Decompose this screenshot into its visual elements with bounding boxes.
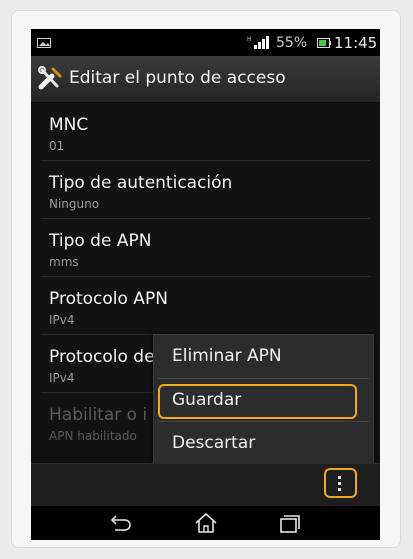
menu-item-label: Descartar (172, 433, 256, 453)
pref-apn-protocol[interactable]: Protocolo APN IPv4 (31, 277, 380, 335)
pref-value: mms (49, 255, 79, 269)
battery-icon (317, 38, 331, 48)
tools-icon (38, 66, 62, 90)
pref-apn-type[interactable]: Tipo de APN mms (31, 219, 380, 277)
menu-item-discard[interactable]: Descartar (154, 422, 373, 464)
battery-percent: 55% (276, 35, 308, 51)
recent-apps-icon[interactable] (276, 511, 302, 535)
pref-value: Ninguno (49, 197, 100, 211)
pref-label: Tipo de autenticación (49, 173, 233, 193)
pref-value: APN habilitado (49, 429, 137, 443)
pref-value: IPv4 (49, 371, 75, 385)
overflow-menu-button[interactable] (324, 468, 357, 498)
overflow-menu: Eliminar APN Guardar Descartar (153, 334, 374, 464)
pref-label: MNC (49, 115, 89, 135)
svg-text:H: H (247, 36, 252, 43)
pref-label: Protocolo de (49, 347, 155, 367)
action-bar (31, 463, 380, 506)
pref-label: Protocolo APN (49, 289, 168, 309)
image-icon (37, 38, 51, 48)
overflow-highlight-box (324, 468, 357, 498)
pref-label: Tipo de APN (49, 231, 152, 251)
clock: 11:45 (334, 34, 378, 52)
title-bar: Editar el punto de acceso (31, 56, 380, 103)
save-highlight-box (158, 384, 357, 419)
phone-screen: H 55% 11:45 Editar el punto de acceso MN… (31, 29, 380, 540)
navigation-bar (31, 506, 380, 540)
pref-auth-type[interactable]: Tipo de autenticación Ninguno (31, 161, 380, 219)
pref-value: IPv4 (49, 313, 75, 327)
menu-item-label: Eliminar APN (172, 346, 282, 366)
pref-mnc[interactable]: MNC 01 (31, 103, 380, 161)
status-bar: H 55% 11:45 (31, 29, 380, 56)
menu-item-delete-apn[interactable]: Eliminar APN (154, 335, 373, 377)
page-title: Editar el punto de acceso (69, 68, 286, 88)
pref-value: 01 (49, 139, 65, 153)
signal-icon: H (247, 36, 269, 49)
back-icon[interactable] (107, 511, 133, 535)
pref-label: Habilitar o i (49, 405, 148, 425)
home-icon[interactable] (193, 511, 219, 535)
